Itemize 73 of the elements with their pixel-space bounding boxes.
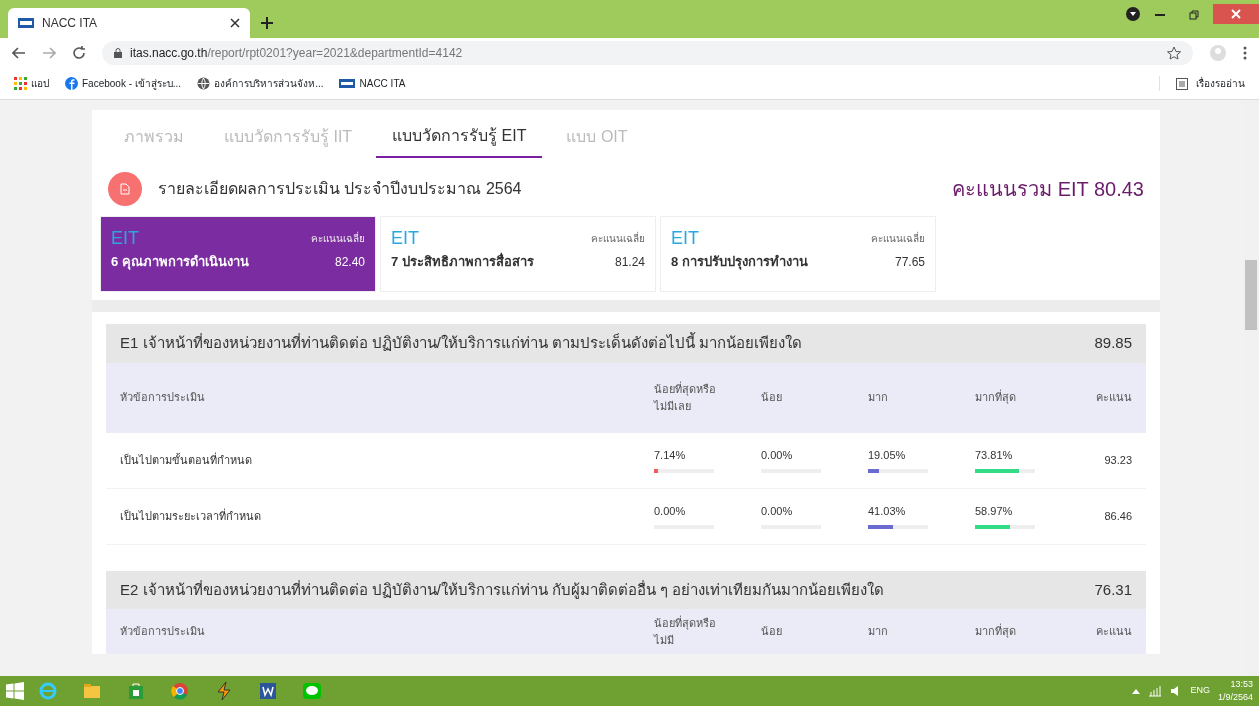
percent-value: 7.14% (654, 448, 687, 464)
scrollbar-thumb[interactable] (1245, 260, 1257, 330)
total-score: คะแนนรวม EIT 80.43 (952, 177, 1144, 202)
close-icon (1231, 9, 1241, 19)
column-header: น้อยที่สุดหรือไม่มีเลย (654, 381, 717, 414)
plus-icon[interactable] (260, 16, 274, 30)
question-title: E1 เจ้าหน้าที่ของหน่วยงานที่ท่านติดต่อ ปฏิบัติงาน/ให้บริการแก่ท่าน ตามประเด็นดังต่อไปนี้ มากน้อยเพียงใด (120, 332, 803, 353)
row-score: 93.23 (1103, 452, 1132, 468)
bookmark-link[interactable]: แอป (14, 76, 49, 91)
restore-icon (1189, 10, 1199, 21)
column-header: หัวข้อการประเมิน (120, 624, 206, 640)
network-icon[interactable] (1148, 685, 1163, 697)
column-header: มาก (868, 390, 889, 406)
minimize-icon (1155, 14, 1165, 17)
bookmark-link[interactable]: Facebook - เข้าสู่ระบ... (65, 76, 182, 91)
document-icon (258, 681, 278, 701)
url-text: itas.nacc.go.th/report/rpt0201?year=2021&departmentId=4142 (130, 45, 463, 62)
score-card[interactable]: EIT คะแนนเฉลี่ย 8 การปรับปรุงการทำงาน 77.65 (660, 216, 936, 292)
facebook-icon (65, 77, 78, 90)
score-card[interactable]: EIT คะแนนเฉลี่ย 7 ประสิทธิภาพการสื่อสาร 81.24 (380, 216, 656, 292)
row-label: เป็นไปตามขั้นตอนที่กำหนด (120, 451, 253, 468)
score-card[interactable]: EIT คะแนนเฉลี่ย 6 คุณภาพการดำเนินงาน 82.40 (100, 216, 376, 292)
address-bar[interactable]: itas.nacc.go.th/report/rpt0201?year=2021&departmentId=4142 (102, 41, 1193, 65)
close-icon[interactable] (230, 18, 240, 28)
row-label: เป็นไปตามระยะเวลาที่กำหนด (120, 507, 262, 524)
lightning-icon (214, 681, 234, 701)
column-header: มากที่สุด (975, 389, 1017, 406)
column-header: น้อย (761, 390, 783, 406)
column-header: คะแนน (1095, 390, 1132, 406)
globe-icon (197, 77, 211, 90)
close-button[interactable] (1213, 4, 1259, 24)
percent-value: 19.05% (868, 448, 907, 464)
browser-tab[interactable]: NACC ITA (8, 8, 250, 38)
windows-logo-icon[interactable] (6, 682, 24, 700)
site-icon (18, 18, 34, 28)
reload-icon[interactable] (72, 46, 86, 60)
list-icon (1176, 77, 1188, 90)
forward-icon[interactable] (42, 47, 56, 59)
page-tab[interactable]: แบบวัดการรับรู้ EIT (376, 118, 543, 158)
section-score: 76.31 (1094, 579, 1132, 600)
reading-list-button[interactable]: เรื่องรออ่าน (1159, 76, 1245, 91)
caret-up-icon[interactable] (1132, 688, 1141, 694)
column-header: คะแนน (1095, 624, 1132, 640)
section-score: 89.85 (1094, 333, 1132, 353)
percent-value: 0.00% (654, 504, 687, 520)
report-title: รายละเอียดผลการประเมิน ประจำปีงบประมาณ 2564 (158, 179, 523, 199)
site-icon (339, 77, 356, 90)
folder-icon (82, 681, 102, 701)
row-score: 86.46 (1103, 508, 1132, 524)
question-title: E2 เจ้าหน้าที่ของหน่วยงานที่ท่านติดต่อ ปฏิบัติงาน/ให้บริการแก่ท่าน กับผู้มาติดต่ออื่น ๆ อย่างเท่าเทียมกันมากน้อยเพียงใด (120, 579, 885, 601)
column-header: มาก (868, 624, 889, 640)
chat-bubble-icon (302, 681, 322, 701)
percent-value: 41.03% (868, 504, 907, 520)
browser-icon (38, 681, 58, 701)
shopping-bag-icon (126, 681, 146, 701)
percent-value: 58.97% (975, 504, 1014, 520)
star-icon[interactable] (1167, 46, 1181, 60)
percent-value: 0.00% (761, 448, 794, 464)
column-header: หัวข้อการประเมิน (120, 390, 206, 406)
more-icon[interactable] (1243, 46, 1247, 60)
percent-value: 73.81% (975, 448, 1014, 464)
column-header: น้อย (761, 624, 783, 640)
lock-icon (114, 48, 122, 58)
bookmark-link[interactable]: องค์การบริหารส่วนจังห... (197, 76, 324, 91)
browser-icon (170, 681, 190, 701)
column-header: น้อยที่สุดหรือไม่มี (654, 615, 717, 648)
file-icon (120, 183, 130, 195)
bookmark-link[interactable]: NACC ITA (339, 76, 406, 91)
percent-value: 0.00% (761, 504, 794, 520)
column-header: มากที่สุด (975, 623, 1017, 640)
tab-title: NACC ITA (42, 15, 99, 32)
back-icon[interactable] (12, 47, 26, 59)
apps-grid-icon (14, 77, 27, 90)
